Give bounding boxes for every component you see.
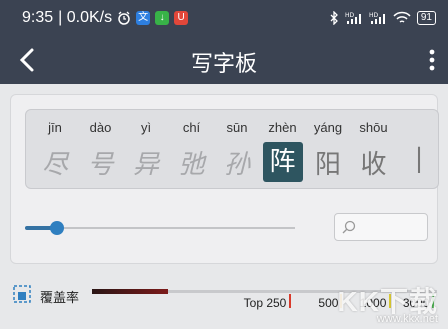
- candidate-char: 阳: [314, 150, 341, 180]
- candidate-0[interactable]: jīn 尽: [32, 110, 78, 188]
- candidate-pinyin: yáng: [313, 120, 343, 135]
- candidate-char: 阵: [262, 142, 303, 182]
- download-app-icon: ↓: [155, 11, 170, 25]
- coverage-icon: [13, 285, 31, 303]
- candidate-char: 异: [132, 150, 159, 180]
- alarm-icon: [118, 11, 130, 25]
- candidate-char: 号: [87, 150, 114, 180]
- writing-panel: jīn 尽 dào 号 yì 异 chí 弛 sūn 孙 zhèn 阵 yáng 阳 shōu 收 |: [10, 94, 439, 264]
- candidate-2[interactable]: yì 异: [123, 110, 169, 188]
- candidate-char: 尽: [41, 150, 68, 180]
- coverage-label: 覆盖率: [40, 290, 80, 305]
- candidate-4[interactable]: sūn 孙: [214, 110, 260, 188]
- candidate-1[interactable]: dào 号: [78, 110, 124, 188]
- bluetooth-icon: [330, 11, 338, 25]
- candidate-pinyin: shōu: [359, 120, 388, 135]
- search-input[interactable]: [334, 213, 428, 241]
- svg-text:HD: HD: [345, 12, 355, 19]
- coverage-fill: [92, 289, 168, 294]
- candidate-char: |: [414, 144, 424, 174]
- svg-text:HD: HD: [369, 12, 379, 19]
- app-bar: 写字板: [0, 36, 448, 84]
- size-slider-track[interactable]: [25, 227, 295, 229]
- candidate-pinyin: zhèn: [268, 120, 297, 135]
- coverage-marker-label: Top 250: [243, 296, 287, 310]
- candidate-pinyin: jīn: [48, 120, 62, 135]
- status-bar: 9:35 | 0.0K/s 文 ↓ U HD HD 91: [0, 0, 448, 36]
- network-speed: | 0.0K/s: [58, 9, 113, 26]
- translate-app-icon: 文: [136, 11, 151, 25]
- status-time: 9:35: [22, 9, 54, 26]
- candidate-char: 弛: [178, 150, 205, 180]
- coverage-marker-label: 500: [318, 296, 339, 310]
- watermark-url: www.kkx.net: [376, 313, 438, 325]
- candidate-8[interactable]: |: [396, 110, 438, 188]
- candidate-char: 收: [360, 150, 387, 180]
- more-vert-icon[interactable]: [422, 44, 442, 76]
- coverage-marker: [288, 294, 291, 308]
- candidate-pinyin: chí: [182, 120, 201, 135]
- shop-app-icon: U: [174, 11, 189, 25]
- size-slider-knob[interactable]: [50, 221, 65, 235]
- candidate-5[interactable]: zhèn 阵: [260, 110, 306, 188]
- page-title: 写字板: [190, 52, 257, 77]
- candidate-char: 孙: [223, 150, 250, 180]
- candidate-7[interactable]: shōu 收: [351, 110, 397, 188]
- hd-signal-icon: HD: [369, 12, 385, 24]
- candidate-3[interactable]: chí 弛: [169, 110, 215, 188]
- wifi-icon: [393, 11, 411, 23]
- candidate-pinyin: yì: [140, 120, 152, 135]
- candidate-pinyin: sūn: [226, 120, 248, 135]
- candidate-pinyin: dào: [89, 120, 112, 135]
- candidate-6[interactable]: yáng 阳: [305, 110, 351, 188]
- search-icon: [342, 220, 356, 234]
- candidate-strip: jīn 尽 dào 号 yì 异 chí 弛 sūn 孙 zhèn 阵 yáng 阳 shōu 收 |: [25, 109, 439, 189]
- battery-indicator: 91: [416, 11, 436, 25]
- hd-signal-icon: HD: [345, 12, 361, 24]
